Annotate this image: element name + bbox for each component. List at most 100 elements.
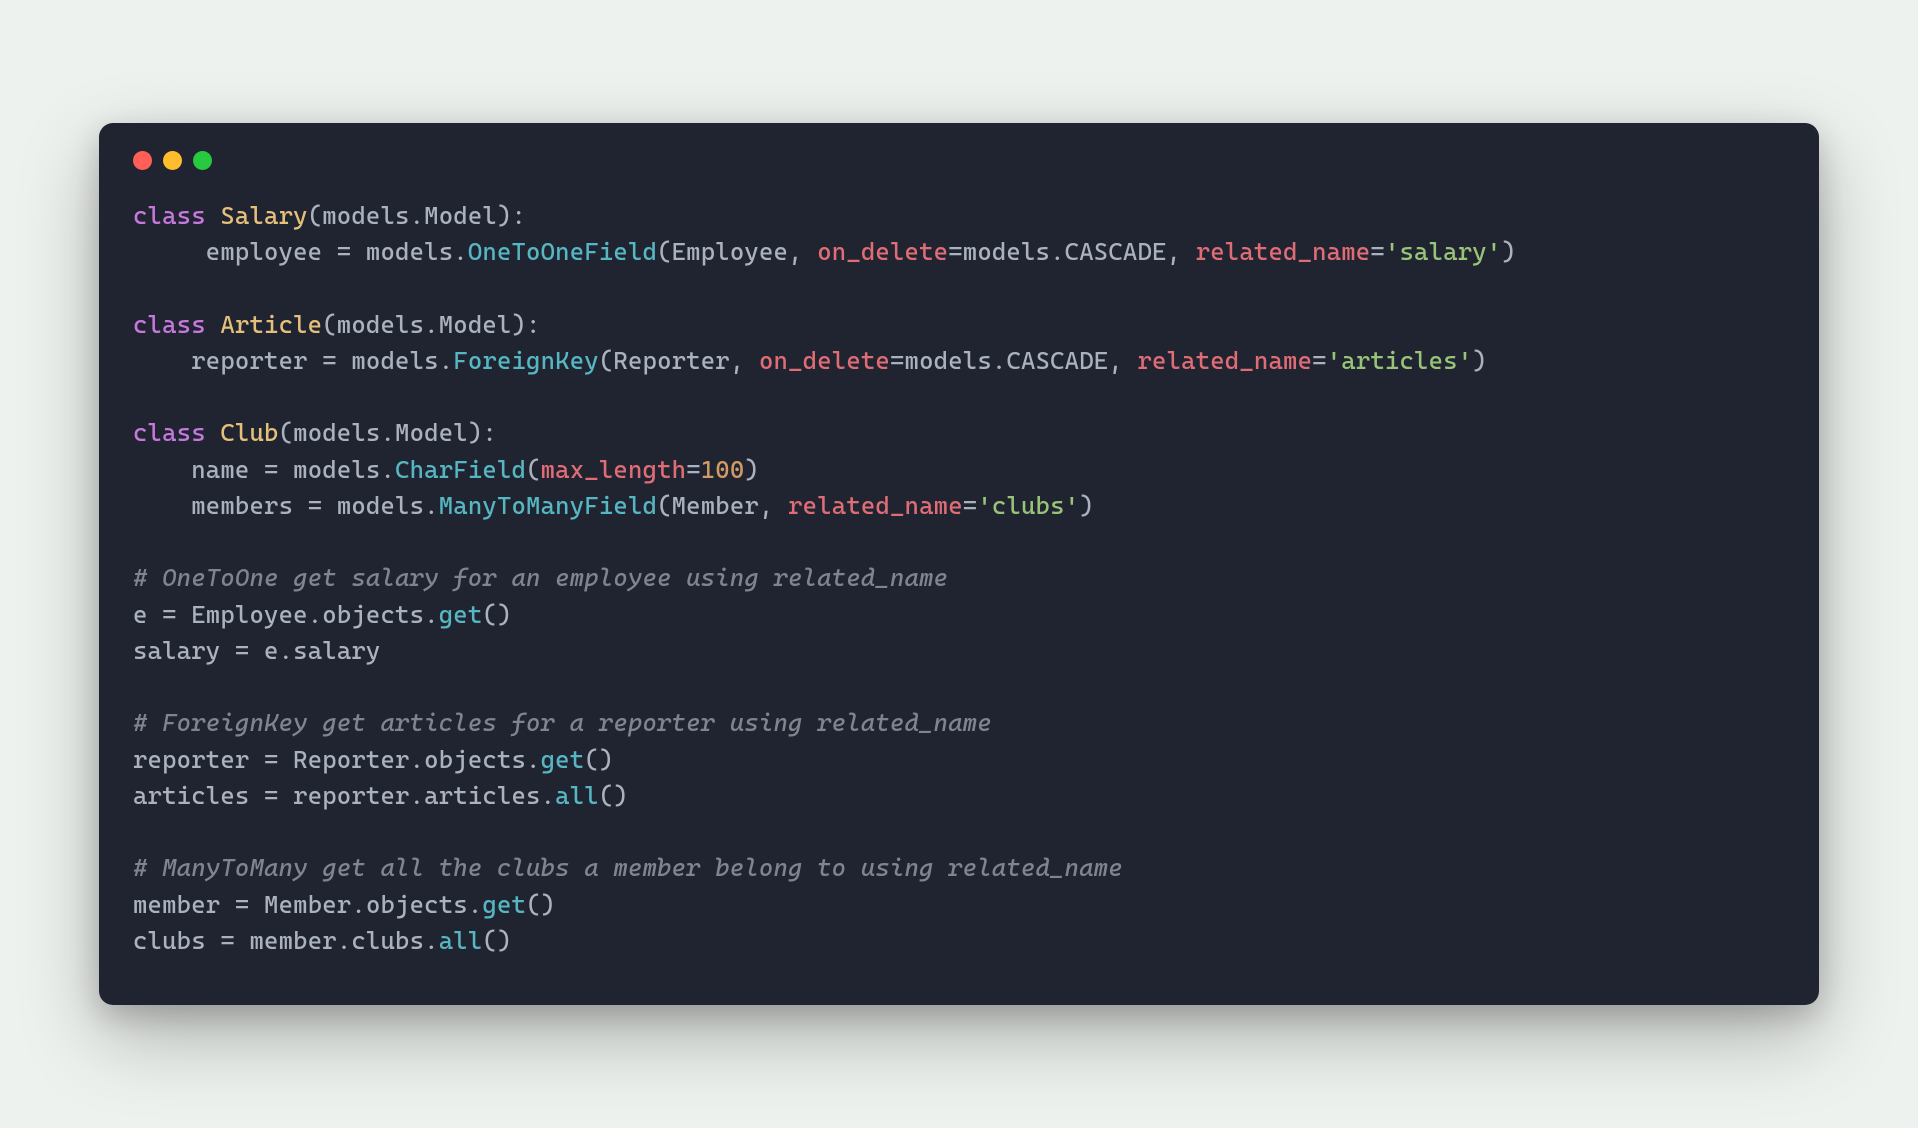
punct: . xyxy=(337,926,352,955)
string: 'salary' xyxy=(1385,237,1501,266)
attr: CASCADE xyxy=(1006,346,1108,375)
text xyxy=(206,926,221,955)
punct: ) xyxy=(1079,491,1094,520)
text xyxy=(774,491,789,520)
text xyxy=(1181,237,1196,266)
op: = xyxy=(322,346,337,375)
punct: . xyxy=(424,600,439,629)
punct: , xyxy=(1167,237,1182,266)
attr: clubs xyxy=(351,926,424,955)
param: max_length xyxy=(541,455,687,484)
op: = xyxy=(308,491,323,520)
var: member xyxy=(133,890,220,919)
string: 'clubs' xyxy=(977,491,1079,520)
text xyxy=(351,237,366,266)
punct: . xyxy=(279,636,294,665)
punct: . xyxy=(992,346,1007,375)
op: = xyxy=(264,745,279,774)
field: members xyxy=(191,491,293,520)
var: reporter xyxy=(133,745,249,774)
punct: . xyxy=(424,310,439,339)
minimize-icon[interactable] xyxy=(163,151,182,170)
module: models xyxy=(293,455,380,484)
class-name: Salary xyxy=(220,201,307,230)
text xyxy=(322,237,337,266)
text xyxy=(308,346,323,375)
var: clubs xyxy=(133,926,206,955)
punct: : xyxy=(526,310,541,339)
text xyxy=(279,455,294,484)
punct: , xyxy=(788,237,803,266)
function: all xyxy=(555,781,599,810)
text xyxy=(279,745,294,774)
param: related_name xyxy=(1196,237,1371,266)
text xyxy=(803,237,818,266)
number: 100 xyxy=(701,455,745,484)
punct: ( xyxy=(322,310,337,339)
maximize-icon[interactable] xyxy=(193,151,212,170)
punct: ( xyxy=(482,926,497,955)
punct: : xyxy=(512,201,527,230)
punct: : xyxy=(482,418,497,447)
attr: objects xyxy=(322,600,424,629)
punct: ) xyxy=(599,745,614,774)
module: models xyxy=(351,346,438,375)
function: ManyToManyField xyxy=(439,491,657,520)
punct: ) xyxy=(511,310,526,339)
text xyxy=(206,201,221,230)
text xyxy=(206,418,221,447)
op: = xyxy=(963,491,978,520)
punct: ( xyxy=(599,346,614,375)
field: employee xyxy=(206,237,322,266)
punct: . xyxy=(381,455,396,484)
function: CharField xyxy=(395,455,526,484)
attr: Model xyxy=(424,201,497,230)
text xyxy=(249,455,264,484)
module: models xyxy=(293,418,380,447)
class-name: Article xyxy=(220,310,322,339)
comment: # ManyToMany get all the clubs a member … xyxy=(133,853,1123,882)
punct: ( xyxy=(599,781,614,810)
punct: . xyxy=(439,346,454,375)
text xyxy=(744,346,759,375)
op: = xyxy=(162,600,177,629)
punct: . xyxy=(410,201,425,230)
punct: . xyxy=(424,491,439,520)
text xyxy=(249,890,264,919)
punct: ( xyxy=(657,491,672,520)
text xyxy=(249,745,264,774)
module: models xyxy=(366,237,453,266)
class-ref: Reporter xyxy=(293,745,409,774)
punct: . xyxy=(380,418,395,447)
module: models xyxy=(322,201,409,230)
text xyxy=(322,491,337,520)
punct: , xyxy=(1108,346,1123,375)
module: models xyxy=(337,491,424,520)
comment: # OneToOne get salary for an employee us… xyxy=(133,563,948,592)
module: models xyxy=(337,310,424,339)
op: = xyxy=(337,237,352,266)
attr: Model xyxy=(439,310,512,339)
op: = xyxy=(235,636,250,665)
close-icon[interactable] xyxy=(133,151,152,170)
keyword: class xyxy=(133,201,206,230)
punct: . xyxy=(526,745,541,774)
function: ForeignKey xyxy=(453,346,599,375)
punct: ( xyxy=(308,201,323,230)
punct: . xyxy=(468,890,483,919)
op: = xyxy=(948,237,963,266)
arg: Member xyxy=(672,491,759,520)
text xyxy=(1123,346,1138,375)
punct: ) xyxy=(541,890,556,919)
string: 'articles' xyxy=(1327,346,1473,375)
punct: . xyxy=(1050,237,1065,266)
punct: ) xyxy=(1472,346,1487,375)
punct: ) xyxy=(497,600,512,629)
punct: ( xyxy=(482,600,497,629)
punct: ) xyxy=(1501,237,1516,266)
function: get xyxy=(439,600,483,629)
op: = xyxy=(264,781,279,810)
punct: . xyxy=(424,926,439,955)
function: all xyxy=(439,926,483,955)
op: = xyxy=(1312,346,1327,375)
